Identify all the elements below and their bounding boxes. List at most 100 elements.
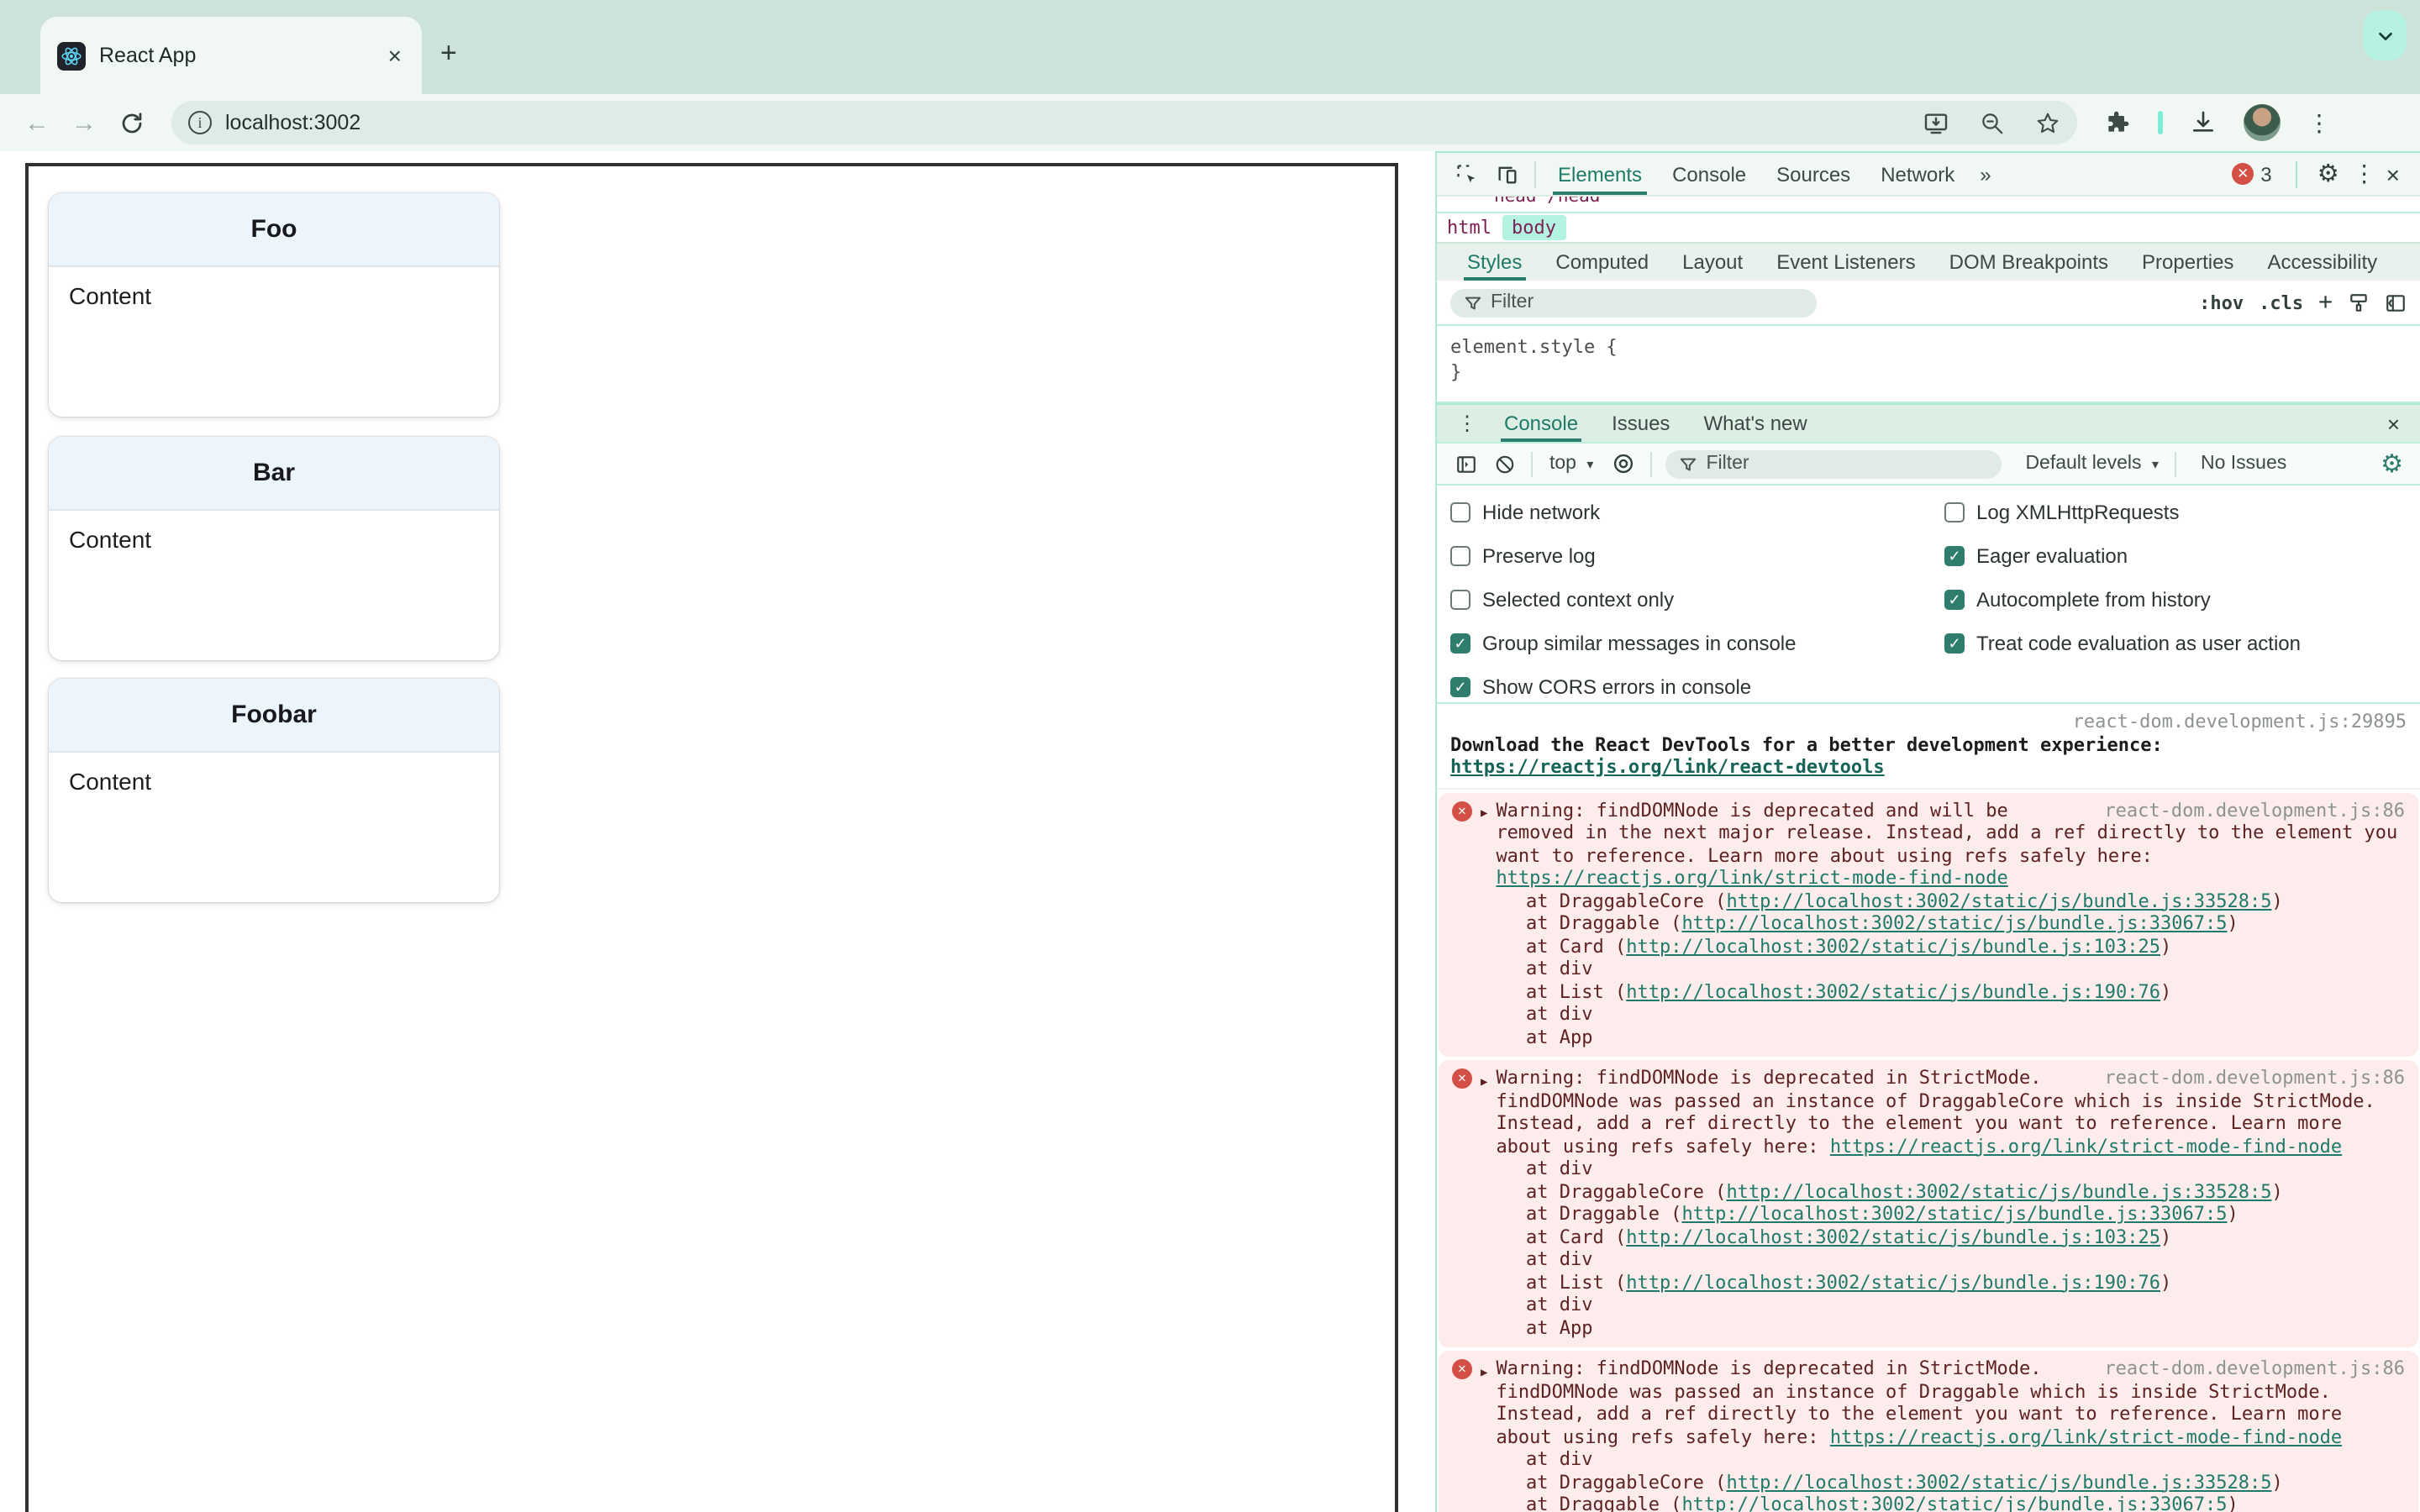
checkbox-unchecked[interactable] bbox=[1944, 502, 1965, 522]
drawer-tab-issues[interactable]: Issues bbox=[1595, 405, 1686, 442]
checkbox-unchecked[interactable] bbox=[1450, 502, 1470, 522]
card-foobar[interactable]: Foobar Content bbox=[49, 679, 499, 902]
profile-avatar[interactable] bbox=[2244, 104, 2281, 141]
devtools-tab-elements[interactable]: Elements bbox=[1543, 153, 1657, 195]
styles-filter-input[interactable]: Filter bbox=[1450, 288, 1817, 317]
extensions-puzzle-icon[interactable] bbox=[2104, 109, 2131, 136]
checkbox-checked[interactable]: ✓ bbox=[1944, 590, 1965, 610]
error-badge-icon[interactable]: ✕ bbox=[2232, 163, 2254, 185]
address-bar[interactable]: i localhost:3002 bbox=[171, 101, 2077, 144]
console-link[interactable]: https://reactjs.org/link/strict-mode-fin… bbox=[1830, 1425, 2342, 1447]
drawer-close-icon[interactable]: × bbox=[2377, 411, 2410, 436]
new-tab-button[interactable]: + bbox=[440, 37, 457, 71]
expand-triangle-icon[interactable]: ▶ bbox=[1481, 1071, 1487, 1094]
subtab-properties[interactable]: Properties bbox=[2125, 244, 2250, 281]
card-header[interactable]: Bar bbox=[49, 437, 499, 511]
subtab-event-listeners[interactable]: Event Listeners bbox=[1760, 244, 1932, 281]
new-style-rule-icon[interactable]: + bbox=[2318, 289, 2333, 316]
drawer-menu-kebab-icon[interactable]: ⋮ bbox=[1457, 412, 1477, 435]
clear-console-icon[interactable] bbox=[1494, 453, 1516, 475]
bookmark-star-icon[interactable] bbox=[2035, 110, 2060, 135]
console-link[interactable]: http://localhost:3002/static/js/bundle.j… bbox=[1626, 1271, 2160, 1293]
checkbox-unchecked[interactable] bbox=[1450, 590, 1470, 610]
zoom-out-icon[interactable] bbox=[1980, 110, 2005, 135]
tab-close-icon[interactable]: × bbox=[385, 42, 405, 69]
console-link[interactable]: http://localhost:3002/static/js/bundle.j… bbox=[1626, 980, 2160, 1002]
devtools-tab-network[interactable]: Network bbox=[1865, 153, 1970, 195]
console-link[interactable]: https://reactjs.org/link/react-devtools bbox=[1450, 756, 1885, 778]
card-header[interactable]: Foo bbox=[49, 193, 499, 267]
message-source[interactable]: react-dom.development.js:86 bbox=[2104, 1067, 2405, 1089]
subtab-layout[interactable]: Layout bbox=[1665, 244, 1760, 281]
site-info-icon[interactable]: i bbox=[188, 111, 212, 134]
console-link[interactable]: http://localhost:3002/static/js/bundle.j… bbox=[1726, 1471, 2271, 1493]
more-tabs-icon[interactable]: » bbox=[1970, 162, 2001, 186]
console-setting: ✓ Show CORS errors in console bbox=[1450, 665, 1797, 709]
console-link[interactable]: http://localhost:3002/static/js/bundle.j… bbox=[1681, 1494, 2227, 1512]
devtools-tab-console[interactable]: Console bbox=[1657, 153, 1761, 195]
devtools-close-icon[interactable]: × bbox=[2386, 160, 2400, 187]
console-filter-input[interactable]: Filter bbox=[1665, 449, 2002, 478]
cls-toggle[interactable]: .cls bbox=[2259, 291, 2303, 313]
dock-panel-icon[interactable] bbox=[2385, 291, 2407, 313]
console-message-warning[interactable]: ✕ ▶ react-dom.development.js:86 Warning: fi… bbox=[1439, 1060, 2418, 1347]
subtab-dom-breakpoints[interactable]: DOM Breakpoints bbox=[1933, 244, 2125, 281]
checkbox-checked[interactable]: ✓ bbox=[1944, 633, 1965, 654]
devtools-menu-kebab-icon[interactable]: ⋮ bbox=[2353, 160, 2376, 188]
subtab-accessibility[interactable]: Accessibility bbox=[2250, 244, 2394, 281]
message-source[interactable]: react-dom.development.js:86 bbox=[2104, 1357, 2405, 1380]
devtools-tab-sources[interactable]: Sources bbox=[1761, 153, 1865, 195]
drawer-tab-console[interactable]: Console bbox=[1487, 405, 1595, 442]
devtools-settings-gear-icon[interactable]: ⚙ bbox=[2317, 160, 2339, 187]
console-message-warning[interactable]: ✕ ▶ react-dom.development.js:86 Warning: fi… bbox=[1439, 792, 2418, 1057]
device-toolbar-icon[interactable] bbox=[1496, 162, 1519, 186]
install-app-icon[interactable] bbox=[1923, 109, 1949, 136]
checkbox-checked[interactable]: ✓ bbox=[1450, 633, 1470, 654]
browser-tab[interactable]: React App × bbox=[40, 17, 422, 94]
forward-icon[interactable]: → bbox=[64, 108, 104, 137]
drawer-tab-what-s-new[interactable]: What's new bbox=[1686, 405, 1823, 442]
element-style-rule[interactable]: element.style { } bbox=[1437, 326, 2420, 403]
subtab-styles[interactable]: Styles bbox=[1450, 244, 1539, 281]
live-expression-eye-icon[interactable] bbox=[1612, 452, 1635, 475]
subtab-computed[interactable]: Computed bbox=[1539, 244, 1665, 281]
dom-tree-clipped-row[interactable]: head /head bbox=[1437, 197, 2420, 212]
url-text[interactable]: localhost:3002 bbox=[225, 111, 1892, 134]
hov-toggle[interactable]: :hov bbox=[2199, 291, 2244, 313]
window-chevron-button[interactable] bbox=[2363, 10, 2407, 60]
browser-menu-kebab-icon[interactable]: ⋮ bbox=[2307, 108, 2331, 137]
rendering-brush-icon[interactable] bbox=[2348, 291, 2370, 313]
breadcrumb-body[interactable]: body bbox=[1502, 215, 1566, 240]
card-bar[interactable]: Bar Content bbox=[49, 437, 499, 660]
inspect-element-icon[interactable] bbox=[1455, 162, 1479, 186]
console-link[interactable]: https://reactjs.org/link/strict-mode-fin… bbox=[1830, 1135, 2342, 1157]
console-link[interactable]: http://localhost:3002/static/js/bundle.j… bbox=[1726, 890, 2271, 911]
breadcrumb-html[interactable]: html bbox=[1437, 215, 1502, 240]
downloads-icon[interactable] bbox=[2190, 109, 2217, 136]
expand-triangle-icon[interactable]: ▶ bbox=[1481, 803, 1487, 826]
console-link[interactable]: http://localhost:3002/static/js/bundle.j… bbox=[1681, 912, 2227, 934]
console-link[interactable]: http://localhost:3002/static/js/bundle.j… bbox=[1681, 1203, 2227, 1225]
checkbox-checked[interactable]: ✓ bbox=[1944, 546, 1965, 566]
reload-icon[interactable] bbox=[111, 110, 151, 135]
checkbox-checked[interactable]: ✓ bbox=[1450, 677, 1470, 697]
message-source[interactable]: react-dom.development.js:86 bbox=[2104, 799, 2405, 822]
expand-triangle-icon[interactable]: ▶ bbox=[1481, 1362, 1487, 1384]
checkbox-unchecked[interactable] bbox=[1450, 546, 1470, 566]
console-sidebar-icon[interactable] bbox=[1455, 453, 1477, 475]
console-message-warning[interactable]: ✕ ▶ react-dom.development.js:86 Warning: fi… bbox=[1439, 1351, 2418, 1512]
console-message-info[interactable]: react-dom.development.js:29895 Download t… bbox=[1437, 704, 2420, 789]
error-count[interactable]: 3 bbox=[2260, 162, 2271, 186]
console-settings-gear-icon[interactable]: ⚙ bbox=[2381, 449, 2403, 479]
console-link[interactable]: https://reactjs.org/link/strict-mode-fin… bbox=[1496, 867, 2007, 889]
back-icon[interactable]: ← bbox=[17, 108, 57, 137]
log-levels-selector[interactable]: Default levels ▾ bbox=[2025, 454, 2159, 474]
context-selector[interactable]: top ▾ bbox=[1549, 454, 1593, 474]
message-source[interactable]: react-dom.development.js:29895 bbox=[1467, 711, 2407, 733]
console-link[interactable]: http://localhost:3002/static/js/bundle.j… bbox=[1626, 1226, 2160, 1247]
console-link[interactable]: http://localhost:3002/static/js/bundle.j… bbox=[1726, 1180, 2271, 1202]
console-link[interactable]: http://localhost:3002/static/js/bundle.j… bbox=[1626, 935, 2160, 957]
card-header[interactable]: Foobar bbox=[49, 679, 499, 753]
card-foo[interactable]: Foo Content bbox=[49, 193, 499, 417]
issues-counter[interactable]: No Issues bbox=[2201, 454, 2286, 474]
